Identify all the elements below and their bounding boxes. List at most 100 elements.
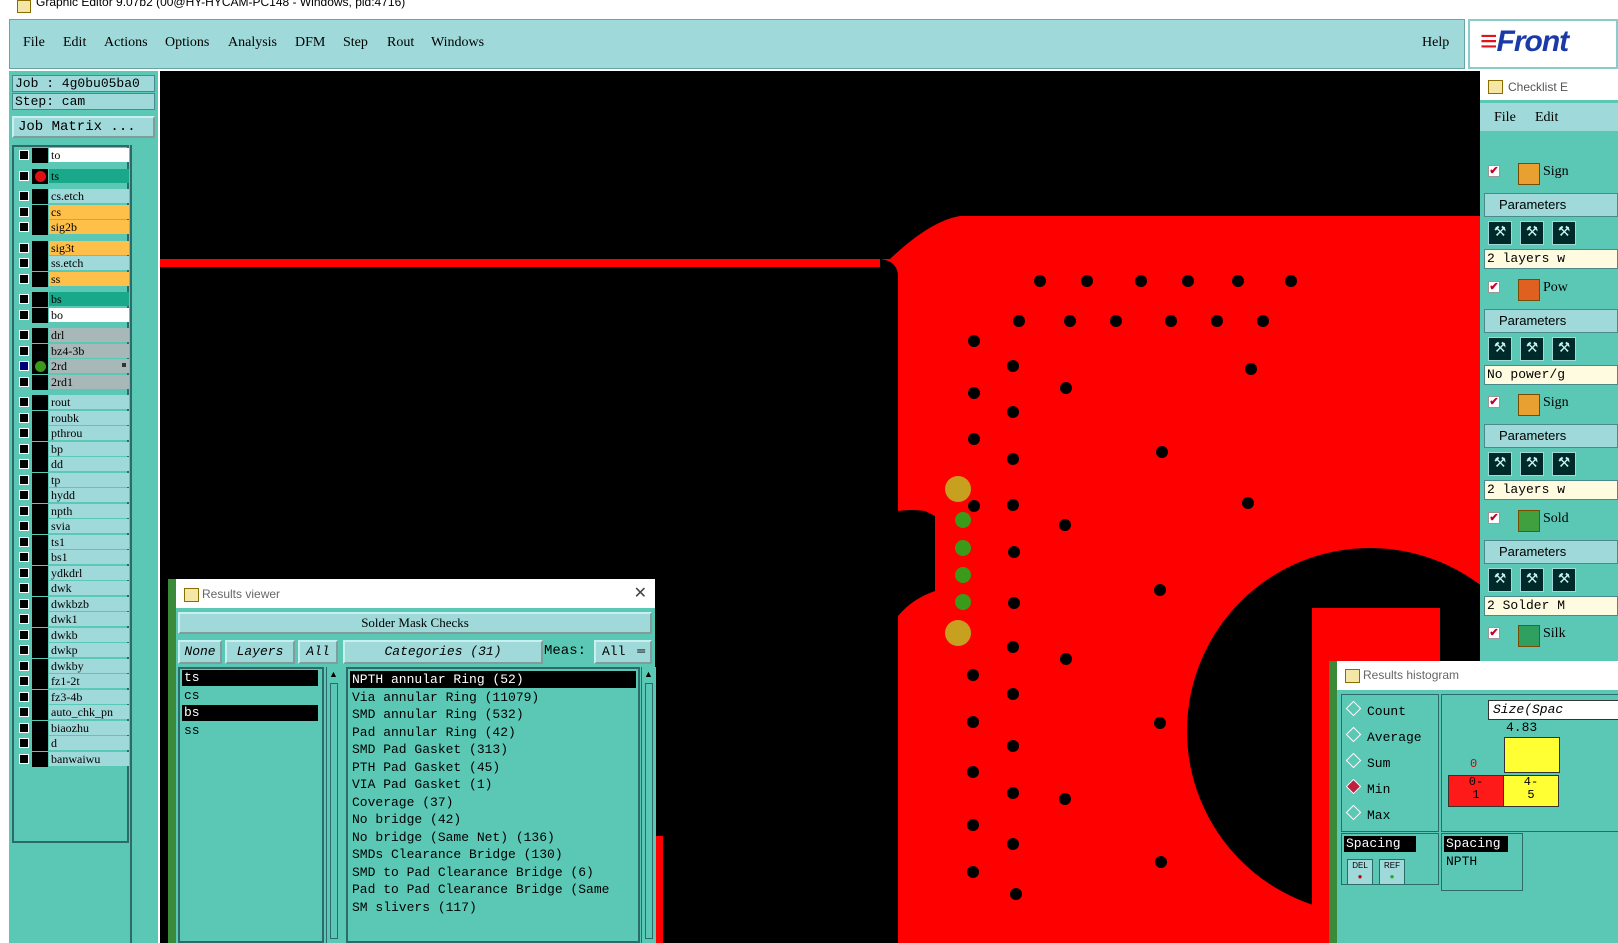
categories-button[interactable]: Categories (31): [343, 640, 543, 664]
layer-color-swatch[interactable]: [32, 256, 48, 271]
menu-help[interactable]: Help: [1422, 35, 1449, 51]
mode-max[interactable]: Max: [1345, 804, 1390, 823]
layer-checkbox[interactable]: [19, 459, 29, 469]
run-action-icon[interactable]: ⚒: [1488, 336, 1512, 361]
scroll-track[interactable]: [645, 683, 653, 939]
mode-sum[interactable]: Sum: [1345, 752, 1390, 771]
result-layer-item[interactable]: cs: [182, 688, 318, 704]
layer-name[interactable]: dd: [49, 457, 129, 471]
layer-checkbox[interactable]: [19, 376, 29, 387]
none-button[interactable]: None: [178, 640, 222, 664]
scroll-up-icon[interactable]: ▲: [329, 669, 338, 679]
layer-checkbox[interactable]: [19, 397, 29, 407]
layer-name[interactable]: bo: [49, 307, 129, 322]
result-category-item[interactable]: VIA Pad Gasket (1): [350, 776, 636, 793]
layer-color-swatch[interactable]: [32, 627, 48, 643]
layer-name[interactable]: banwaiwu: [49, 751, 129, 766]
layer-color-swatch[interactable]: [32, 343, 48, 359]
layer-row[interactable]: bo: [16, 307, 129, 323]
layer-checkbox[interactable]: [19, 521, 29, 531]
layer-checkbox[interactable]: [19, 583, 29, 593]
layer-row[interactable]: ydkdrl: [16, 565, 129, 581]
layer-name[interactable]: dwk: [49, 581, 129, 595]
run-step-icon[interactable]: ⚒: [1552, 221, 1576, 245]
layer-name[interactable]: bp: [49, 441, 129, 456]
result-category-item[interactable]: PTH Pad Gasket (45): [350, 759, 636, 776]
layer-row[interactable]: dd: [16, 457, 129, 472]
result-category-item[interactable]: Coverage (37): [350, 794, 636, 811]
layer-color-swatch[interactable]: [32, 488, 48, 503]
layer-name[interactable]: ss: [49, 271, 129, 286]
layer-checkbox[interactable]: [19, 552, 29, 562]
spacing-item[interactable]: Spacing: [1344, 836, 1416, 852]
result-category-item[interactable]: SMD Pad Gasket (313): [350, 741, 636, 758]
npth-item[interactable]: NPTH: [1446, 854, 1477, 869]
layer-name[interactable]: fz3-4b: [49, 689, 129, 704]
layer-name[interactable]: 2rd: [49, 359, 129, 373]
layer-color-swatch[interactable]: [32, 689, 48, 705]
layer-checkbox[interactable]: [19, 258, 29, 268]
run-action-icon[interactable]: ⚒: [1488, 221, 1512, 245]
layer-color-swatch[interactable]: [32, 395, 48, 410]
results-category-scrollbar[interactable]: ▲: [641, 667, 656, 943]
layer-checkbox[interactable]: [19, 273, 29, 284]
layer-checkbox[interactable]: [19, 206, 29, 217]
meas-dropdown[interactable]: All ═: [594, 640, 652, 664]
mode-count[interactable]: Count: [1345, 700, 1406, 719]
run-action-icon[interactable]: ⚒: [1488, 452, 1512, 476]
layer-row[interactable]: dwkb: [16, 627, 129, 643]
layer-name[interactable]: fz1-2t: [49, 674, 129, 688]
layer-row[interactable]: fz3-4b: [16, 689, 129, 705]
layer-row[interactable]: sig3t: [16, 240, 129, 256]
result-category-item[interactable]: No bridge (Same Net) (136): [350, 829, 636, 846]
layer-row[interactable]: hydd: [16, 488, 129, 503]
layer-color-swatch[interactable]: [32, 736, 48, 751]
menu-edit[interactable]: Edit: [63, 35, 86, 51]
layer-checkbox[interactable]: [19, 242, 29, 253]
layer-row[interactable]: dwkp: [16, 643, 129, 658]
run-step-icon[interactable]: ⚒: [1552, 336, 1576, 361]
layer-checkbox[interactable]: [19, 191, 29, 201]
layer-name[interactable]: roubk: [49, 410, 129, 425]
menu-file[interactable]: File: [23, 35, 45, 51]
layer-checkbox[interactable]: [19, 361, 29, 371]
run-area-icon[interactable]: ⚒: [1520, 567, 1544, 592]
layer-checkbox[interactable]: [19, 660, 29, 671]
layer-checkbox[interactable]: [19, 345, 29, 356]
layer-row[interactable]: roubk: [16, 410, 129, 426]
layer-color-swatch[interactable]: [32, 426, 48, 441]
layer-row[interactable]: bp: [16, 441, 129, 457]
mode-min[interactable]: Min: [1345, 778, 1390, 797]
layer-checkbox[interactable]: [19, 309, 29, 320]
checklist-menu-edit[interactable]: Edit: [1535, 110, 1558, 126]
layer-color-swatch[interactable]: [32, 240, 48, 256]
checklist-menu-file[interactable]: File: [1494, 110, 1516, 126]
layer-row[interactable]: npth: [16, 503, 129, 519]
layer-checkbox[interactable]: [19, 443, 29, 454]
layer-row[interactable]: bz4-3b: [16, 343, 129, 359]
layers-button[interactable]: Layers: [225, 640, 295, 664]
layer-checkbox[interactable]: [19, 722, 29, 733]
layer-checkbox[interactable]: [19, 294, 29, 304]
parameters-button[interactable]: Parameters: [1484, 424, 1618, 448]
layer-name[interactable]: sig3t: [49, 240, 129, 255]
result-layer-item[interactable]: bs: [182, 705, 318, 721]
layer-color-swatch[interactable]: [32, 503, 48, 519]
layer-checkbox[interactable]: [19, 691, 29, 702]
layer-name[interactable]: to: [49, 148, 129, 162]
layer-row[interactable]: d: [16, 736, 129, 751]
layer-name[interactable]: hydd: [49, 488, 129, 502]
layer-row[interactable]: bs: [16, 292, 129, 307]
layer-checkbox[interactable]: [19, 536, 29, 547]
layer-row[interactable]: biaozhu: [16, 720, 129, 736]
layer-name[interactable]: ts1: [49, 534, 129, 549]
layer-checkbox[interactable]: [19, 598, 29, 609]
run-area-icon[interactable]: ⚒: [1520, 336, 1544, 361]
layer-checkbox[interactable]: [19, 505, 29, 516]
run-area-icon[interactable]: ⚒: [1520, 221, 1544, 245]
layer-checkbox[interactable]: [19, 170, 29, 181]
layer-list-scrollbar[interactable]: [130, 145, 156, 943]
layer-color-swatch[interactable]: [32, 674, 48, 689]
menu-options[interactable]: Options: [165, 35, 209, 51]
menu-dfm[interactable]: DFM: [295, 35, 325, 51]
